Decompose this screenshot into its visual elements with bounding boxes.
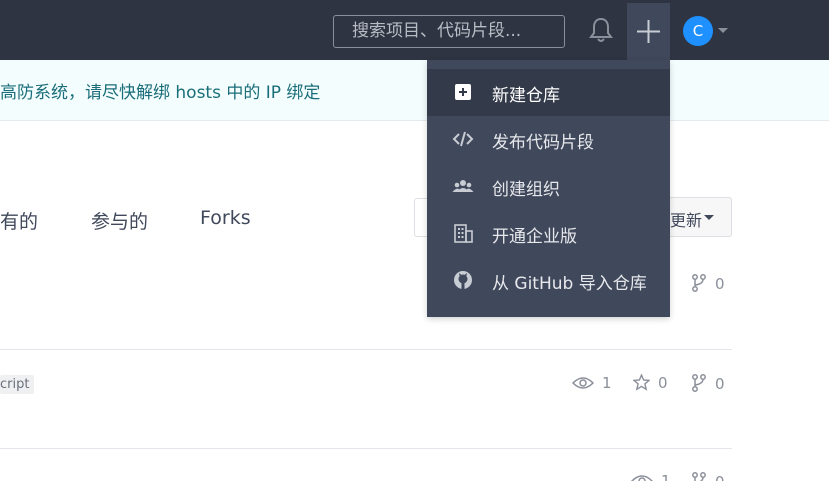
menu-item-create-org[interactable]: 创建组织	[427, 163, 670, 210]
fork-count-value: 0	[715, 375, 725, 393]
code-icon	[452, 131, 474, 147]
fork-count[interactable]: 0	[691, 374, 725, 393]
menu-item-new-repo[interactable]: 新建仓库	[427, 69, 670, 116]
notice-banner: 高防系统，请尽快解绑 hosts 中的 IP 绑定	[0, 60, 829, 121]
tab-forks[interactable]: Forks	[200, 207, 251, 229]
star-icon	[632, 373, 651, 391]
language-tag: cript	[0, 375, 35, 394]
menu-item-enterprise[interactable]: 开通企业版	[427, 210, 670, 257]
building-icon	[454, 224, 473, 243]
create-dropdown-menu: 新建仓库 发布代码片段 创建组织 开通企业版 从 GitHub 导入仓库	[427, 60, 670, 317]
menu-item-new-snippet[interactable]: 发布代码片段	[427, 116, 670, 163]
search-input[interactable]: 搜索项目、代码片段...	[333, 15, 565, 48]
menu-item-label: 新建仓库	[492, 86, 560, 106]
chevron-down-icon[interactable]	[718, 28, 728, 33]
star-count-value: 0	[658, 374, 668, 392]
notice-text: 高防系统，请尽快解绑 hosts 中的 IP 绑定	[0, 83, 321, 103]
eye-icon	[571, 377, 595, 389]
tab-participated[interactable]: 参与的	[91, 207, 148, 234]
fork-count-value: 0	[715, 275, 725, 293]
row-divider	[0, 448, 732, 449]
fork-count[interactable]: 0	[691, 274, 725, 293]
star-count[interactable]: 0	[632, 373, 668, 392]
create-menu-button[interactable]	[627, 3, 670, 60]
avatar[interactable]: C	[683, 16, 713, 46]
chevron-down-icon	[704, 215, 714, 220]
row-divider	[0, 349, 732, 350]
plus-icon	[637, 20, 660, 43]
watch-count[interactable]: 1	[571, 374, 612, 392]
top-navbar: 搜索项目、代码片段... C	[0, 0, 829, 60]
menu-item-label: 创建组织	[492, 180, 560, 200]
fork-icon	[692, 472, 706, 481]
bell-icon[interactable]	[587, 15, 615, 45]
users-icon	[452, 180, 474, 192]
menu-item-label: 发布代码片段	[492, 133, 594, 153]
watch-count-value: 1	[661, 472, 671, 481]
menu-item-label: 开通企业版	[492, 227, 577, 247]
plus-square-icon	[455, 84, 471, 100]
fork-icon	[692, 374, 706, 392]
eye-icon	[630, 475, 654, 481]
watch-count-value: 1	[602, 374, 612, 392]
fork-count-value: 0	[715, 473, 725, 481]
fork-count[interactable]: 0	[691, 472, 725, 481]
github-icon	[454, 271, 472, 289]
menu-item-label: 从 GitHub 导入仓库	[492, 274, 647, 294]
fork-icon	[692, 274, 706, 292]
watch-count[interactable]: 1	[630, 472, 671, 481]
menu-item-import-github[interactable]: 从 GitHub 导入仓库	[427, 257, 670, 304]
tab-owned[interactable]: 有的	[0, 207, 38, 234]
